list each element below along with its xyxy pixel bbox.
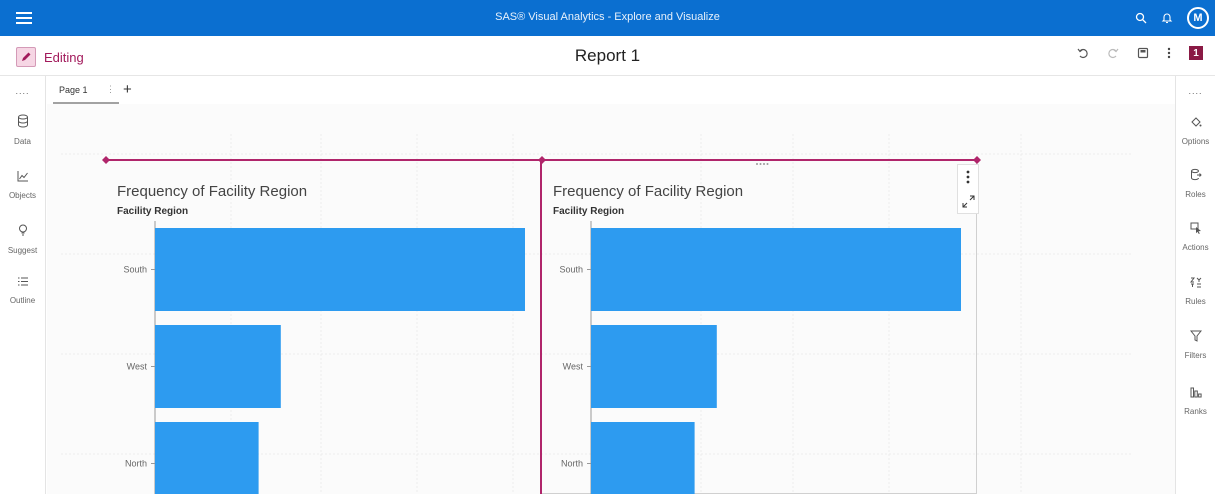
rail-item-label: Objects (8, 191, 37, 200)
bar-west[interactable] (591, 325, 717, 408)
rail-item-ranks[interactable]: Ranks (1176, 386, 1215, 419)
roles-icon (1190, 168, 1202, 181)
category-tick-label: North (125, 459, 147, 469)
rail-item-label: Ranks (1184, 407, 1207, 416)
bar-north[interactable] (155, 422, 259, 494)
right-rail-collapse[interactable]: .... (1176, 86, 1215, 96)
database-icon (17, 114, 28, 128)
undo-icon[interactable] (1077, 47, 1089, 59)
bar-west[interactable] (155, 325, 281, 408)
search-icon[interactable] (1135, 12, 1147, 24)
bar-chart-right[interactable]: Frequency of Facility Region Facility Re… (541, 161, 977, 494)
rail-item-label: Roles (1185, 190, 1206, 199)
report-canvas: Frequency of Facility Region Facility Re… (47, 104, 1175, 494)
object-toolbar (957, 164, 979, 214)
rail-item-filters[interactable]: Filters (1176, 330, 1215, 363)
selection-guide-vertical (540, 159, 542, 494)
category-tick-label: North (561, 459, 583, 469)
center-guide-handle-icon[interactable] (537, 155, 547, 165)
rail-item-label: Rules (1185, 297, 1206, 306)
chart-plot-right: South West North (559, 221, 961, 494)
category-tick-label: West (127, 362, 148, 372)
bar-chart-left[interactable]: Frequency of Facility Region Facility Re… (105, 161, 541, 494)
rail-item-outline[interactable]: Outline (0, 276, 45, 308)
ranks-icon (1190, 387, 1202, 398)
report-header: Editing Report 1 1 (0, 36, 1215, 76)
lightbulb-icon (18, 224, 27, 236)
bar-south[interactable] (155, 228, 525, 311)
rail-item-suggest[interactable]: Suggest (0, 224, 45, 258)
page-tab-bar: Page 1 ⋮ + (47, 76, 1175, 104)
bar-south[interactable] (591, 228, 961, 311)
maximize-icon[interactable] (962, 195, 975, 208)
rail-item-objects[interactable]: Objects (0, 170, 45, 203)
tab-menu-icon[interactable]: ⋮ (106, 84, 115, 95)
rail-item-actions[interactable]: Actions (1176, 222, 1215, 255)
chart-y-axis-label: Facility Region (553, 206, 625, 217)
left-guide-handle-icon[interactable] (101, 155, 111, 165)
rail-item-roles[interactable]: Roles (1176, 168, 1215, 202)
rail-item-label: Options (1181, 137, 1210, 146)
rail-item-label: Actions (1182, 243, 1209, 252)
rail-item-label: Suggest (7, 246, 38, 255)
rules-icon (1189, 277, 1201, 288)
paint-icon (1190, 117, 1201, 127)
left-pane-rail: .... Data Objects Suggest Outline (0, 76, 46, 494)
save-icon[interactable] (1137, 47, 1149, 59)
category-tick-label: South (123, 265, 147, 275)
filter-icon (1189, 330, 1202, 342)
user-avatar[interactable]: M (1187, 7, 1209, 29)
chart-plot-left: South West North (123, 221, 525, 494)
cursor-icon (1190, 222, 1201, 234)
more-options-icon[interactable] (1167, 47, 1171, 59)
notification-bell-icon[interactable] (1161, 12, 1173, 24)
report-title: Report 1 (574, 46, 641, 65)
app-bar: SAS® Visual Analytics - Explore and Visu… (0, 0, 1215, 36)
rail-item-label: Outline (9, 296, 36, 305)
tab-page-1[interactable]: Page 1 ⋮ (53, 76, 119, 104)
chart-title: Frequency of Facility Region (117, 183, 308, 200)
rail-item-label: Data (14, 137, 31, 146)
rail-item-label: Filters (1184, 351, 1207, 360)
rail-item-rules[interactable]: Rules (1176, 276, 1215, 309)
add-page-button[interactable]: + (123, 81, 132, 98)
app-title: SAS® Visual Analytics - Explore and Visu… (495, 11, 720, 23)
bar-north[interactable] (591, 422, 695, 494)
rail-item-data[interactable]: Data (0, 114, 45, 149)
list-icon (17, 277, 28, 286)
rail-item-options[interactable]: Options (1176, 116, 1215, 149)
left-rail-collapse[interactable]: .... (0, 86, 45, 96)
redo-icon[interactable] (1107, 47, 1119, 59)
notification-badge[interactable]: 1 (1189, 46, 1203, 60)
chart-title: Frequency of Facility Region (553, 183, 744, 200)
line-chart-icon (17, 171, 28, 182)
drag-handle-icon[interactable] (755, 162, 769, 168)
tab-label: Page 1 (59, 85, 88, 95)
right-pane-rail: .... Options Roles Actions Rules Filters… (1175, 76, 1215, 494)
category-tick-label: South (559, 265, 583, 275)
chart-y-axis-label: Facility Region (117, 206, 189, 217)
category-tick-label: West (563, 362, 584, 372)
object-menu-icon[interactable] (966, 170, 970, 184)
